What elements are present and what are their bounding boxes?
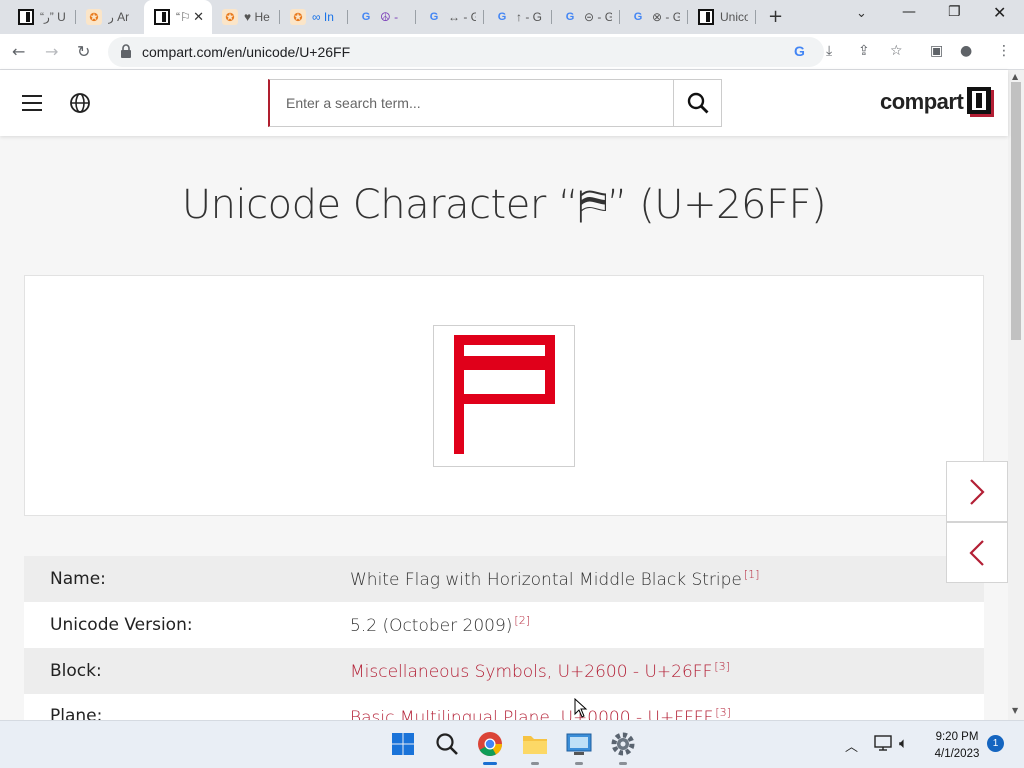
reference-link[interactable]: [3] xyxy=(715,706,731,719)
page-title: Unicode Character “⛿” (U+26FF) xyxy=(181,182,827,228)
google-icon: G xyxy=(429,11,439,23)
search-input[interactable] xyxy=(270,80,675,126)
browser-tab[interactable]: G ↑ - G xyxy=(484,6,552,28)
browser-tab[interactable]: G ☮ - xyxy=(348,6,416,28)
clock-date: 4/1/2023 xyxy=(934,748,980,760)
taskbar-control-panel[interactable] xyxy=(564,729,594,765)
gear-icon xyxy=(611,732,635,756)
browser-tab[interactable]: ✪ ♥ He xyxy=(212,6,280,28)
character-info-table: Name: White Flag with Horizontal Middle … xyxy=(24,556,984,720)
plane-link[interactable]: Basic Multilingual Plane, U+0000 - U+FFF… xyxy=(350,708,713,720)
chevron-up-icon[interactable]: ︿ xyxy=(845,736,858,755)
taskbar-chrome[interactable] xyxy=(475,729,505,765)
side-panel-icon[interactable]: ▣ xyxy=(930,43,943,59)
browser-toolbar: ← → ↻ compart.com/en/unicode/U+26FF G ⤓ … xyxy=(0,34,1024,70)
address-bar[interactable]: compart.com/en/unicode/U+26FF xyxy=(108,37,824,67)
search-icon xyxy=(687,92,708,114)
stackoverflow-icon: ✪ xyxy=(290,9,306,25)
google-translate-icon[interactable]: G xyxy=(794,43,805,59)
search-button[interactable] xyxy=(673,80,721,126)
table-row: Plane: Basic Multilingual Plane, U+0000 … xyxy=(24,694,984,720)
volume-icon[interactable]: 🔈︎ xyxy=(899,734,908,752)
browser-tab[interactable]: G ↔ - G xyxy=(416,6,484,28)
stackoverflow-icon: ✪ xyxy=(86,9,102,25)
table-row: Block: Miscellaneous Symbols, U+2600 - U… xyxy=(24,648,984,694)
unicode-version: 5.2 (October 2009) xyxy=(350,616,513,636)
search-icon xyxy=(436,733,458,755)
taskbar-search-button[interactable] xyxy=(432,729,462,759)
start-button[interactable] xyxy=(388,729,418,759)
browser-tab[interactable]: G ⊗ - G xyxy=(620,6,688,28)
site-search xyxy=(268,79,722,127)
new-tab-icon[interactable]: + xyxy=(768,6,783,27)
system-clock[interactable]: 9:20 PM 4/1/2023 xyxy=(926,729,988,763)
block-link[interactable]: Miscellaneous Symbols, U+2600 - U+26FF xyxy=(350,662,712,682)
chrome-icon xyxy=(478,732,502,757)
google-icon: G xyxy=(497,11,507,23)
browser-tab[interactable]: Unico xyxy=(688,6,756,28)
google-icon: G xyxy=(633,11,643,23)
reference-link[interactable]: [2] xyxy=(514,614,530,627)
reload-icon[interactable]: ↻ xyxy=(77,42,90,61)
lock-icon xyxy=(121,44,131,58)
char-name: White Flag with Horizontal Middle Black … xyxy=(350,570,742,590)
table-row: Name: White Flag with Horizontal Middle … xyxy=(24,556,984,602)
network-icon[interactable] xyxy=(874,735,892,751)
browser-tab[interactable]: ✪ ∞ In xyxy=(280,6,348,28)
page-content: Unicode Character “⛿” (U+26FF) Name: Whi… xyxy=(0,136,1008,720)
menu-icon[interactable] xyxy=(22,95,42,111)
reference-link[interactable]: [1] xyxy=(744,568,760,581)
taskbar-settings[interactable] xyxy=(608,729,638,765)
restore-icon[interactable]: ❐ xyxy=(948,4,961,20)
page-scrollbar[interactable]: ▲ ▼ xyxy=(1008,70,1024,720)
compart-icon xyxy=(18,9,34,25)
minimize-icon[interactable]: — xyxy=(902,4,916,20)
more-menu-icon[interactable]: ⋮ xyxy=(997,43,1011,59)
scroll-up-icon[interactable]: ▲ xyxy=(1012,72,1018,81)
install-icon[interactable]: ⤓ xyxy=(826,43,832,59)
glyph-panel xyxy=(24,275,984,516)
compart-icon xyxy=(154,9,170,25)
url-text: compart.com/en/unicode/U+26FF xyxy=(142,44,351,60)
previous-character-button[interactable] xyxy=(946,522,1008,583)
next-character-button[interactable] xyxy=(946,461,1008,522)
folder-icon xyxy=(523,736,547,754)
scrollbar-thumb[interactable] xyxy=(1011,82,1021,340)
back-icon[interactable]: ← xyxy=(12,42,25,61)
chevron-left-icon xyxy=(969,539,984,566)
browser-tab[interactable]: G ⊝ - G xyxy=(552,6,620,28)
tab-search-icon[interactable]: ⌄ xyxy=(856,6,867,21)
clock-time: 9:20 PM xyxy=(935,731,979,743)
profile-avatar-icon[interactable]: ● xyxy=(960,43,972,59)
window-close-icon[interactable]: ✕ xyxy=(993,3,1006,22)
mouse-cursor-icon xyxy=(574,698,588,718)
share-icon[interactable]: ⇪ xyxy=(858,43,870,59)
browser-tab[interactable]: “ﺭ” U xyxy=(8,6,76,28)
close-tab-icon[interactable]: ✕ xyxy=(193,10,204,25)
compart-icon xyxy=(698,9,714,25)
stackoverflow-icon: ✪ xyxy=(222,9,238,25)
taskbar: ︿ 🔈︎ 9:20 PM 4/1/2023 1 xyxy=(0,720,1024,768)
chevron-right-icon xyxy=(970,478,985,505)
google-icon: G xyxy=(565,11,575,23)
windows-logo-icon xyxy=(392,733,414,755)
notification-badge[interactable]: 1 xyxy=(987,735,1004,752)
table-row: Unicode Version: 5.2 (October 2009) [2] xyxy=(24,602,984,648)
tab-strip: “ﺭ” U ✪ ﺭ Ar “⚐ ✕ ✪ ♥ He ✪ ∞ In G ☮ - G … xyxy=(0,0,1024,34)
browser-tab[interactable]: ✪ ﺭ Ar xyxy=(76,6,144,28)
browser-tab-active[interactable]: “⚐ ✕ xyxy=(144,0,212,34)
control-panel-icon xyxy=(566,733,592,755)
google-icon: G xyxy=(361,11,371,23)
compart-logo-mark xyxy=(967,87,995,117)
globe-icon[interactable] xyxy=(69,92,91,114)
forward-icon[interactable]: → xyxy=(45,42,58,61)
site-header: compart xyxy=(0,70,1008,136)
glyph-image xyxy=(433,325,575,467)
taskbar-file-explorer[interactable] xyxy=(520,729,550,765)
reference-link[interactable]: [3] xyxy=(714,660,730,673)
compart-logo[interactable]: compart xyxy=(880,87,995,117)
bookmark-star-icon[interactable]: ☆ xyxy=(890,43,903,59)
scroll-down-icon[interactable]: ▼ xyxy=(1012,706,1018,715)
